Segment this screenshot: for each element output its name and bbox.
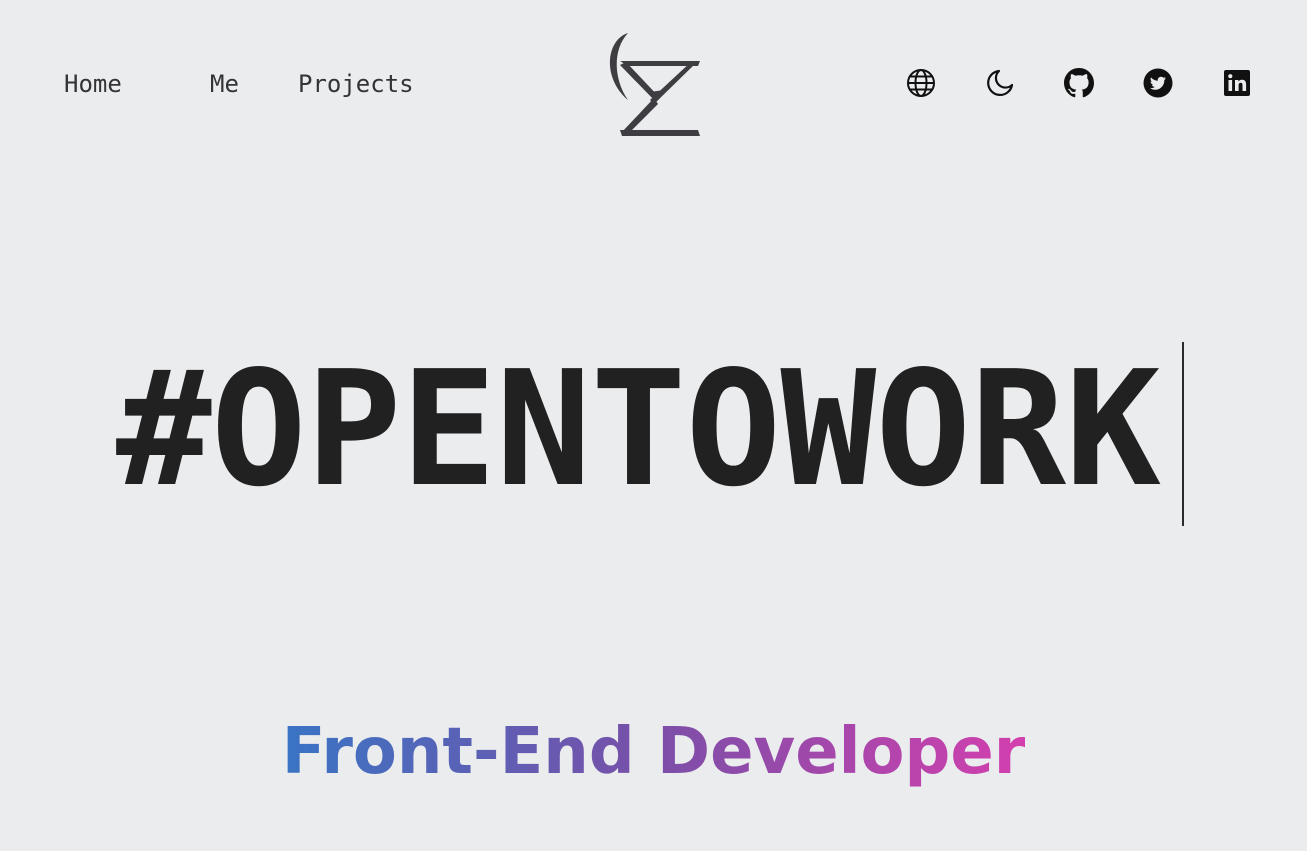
hero-subtitle: Front-End Developer <box>0 710 1307 794</box>
hero-section: #OPENTOWORK <box>0 335 1307 535</box>
linkedin-link[interactable] <box>1220 66 1254 100</box>
moon-icon <box>987 69 1014 97</box>
sigma-satellite-logo-icon <box>609 33 700 136</box>
twitter-link[interactable] <box>1141 66 1175 100</box>
nav-link-projects[interactable]: Projects <box>298 64 414 104</box>
globe-icon <box>907 69 935 97</box>
language-button[interactable] <box>904 66 938 100</box>
dark-mode-toggle[interactable] <box>983 66 1017 100</box>
github-icon <box>1064 68 1094 98</box>
hero-subtitle-text: Front-End Developer <box>281 715 1026 789</box>
twitter-icon <box>1143 68 1173 98</box>
site-logo[interactable] <box>598 28 706 140</box>
nav-link-home[interactable]: Home <box>64 64 122 104</box>
hero-headline: #OPENTOWORK <box>116 337 1161 522</box>
github-link[interactable] <box>1062 66 1096 100</box>
nav-link-me[interactable]: Me <box>210 64 239 104</box>
linkedin-icon <box>1224 70 1250 96</box>
typing-caret <box>1182 342 1184 526</box>
